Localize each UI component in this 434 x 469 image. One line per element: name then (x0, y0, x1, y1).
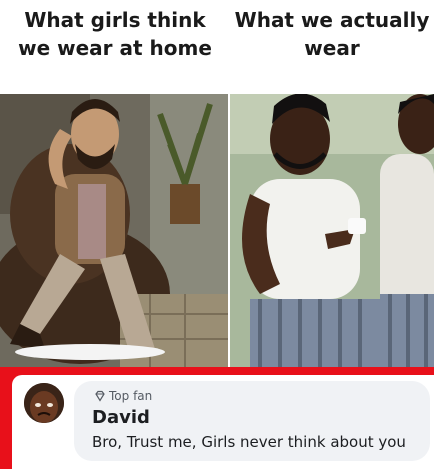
comment-section: Top fan David Bro, Trust me, Girls never… (0, 367, 434, 469)
meme-image: What girls think we wear at home What we… (0, 0, 434, 367)
diamond-icon (95, 390, 105, 402)
top-fan-badge[interactable]: Top fan (94, 389, 152, 403)
top-fan-label: Top fan (109, 389, 153, 403)
comment-text: Bro, Trust me, Girls never think about y… (92, 433, 406, 451)
comment-bubble: Top fan David Bro, Trust me, Girls never… (74, 381, 430, 461)
right-photo (230, 94, 434, 367)
comment-card: Top fan David Bro, Trust me, Girls never… (12, 375, 434, 469)
left-caption: What girls think we wear at home (18, 8, 212, 60)
right-caption: What we actually wear (234, 8, 430, 60)
avatar-icon[interactable] (24, 383, 64, 423)
comment-author[interactable]: David (92, 407, 150, 428)
left-photo (0, 94, 228, 367)
